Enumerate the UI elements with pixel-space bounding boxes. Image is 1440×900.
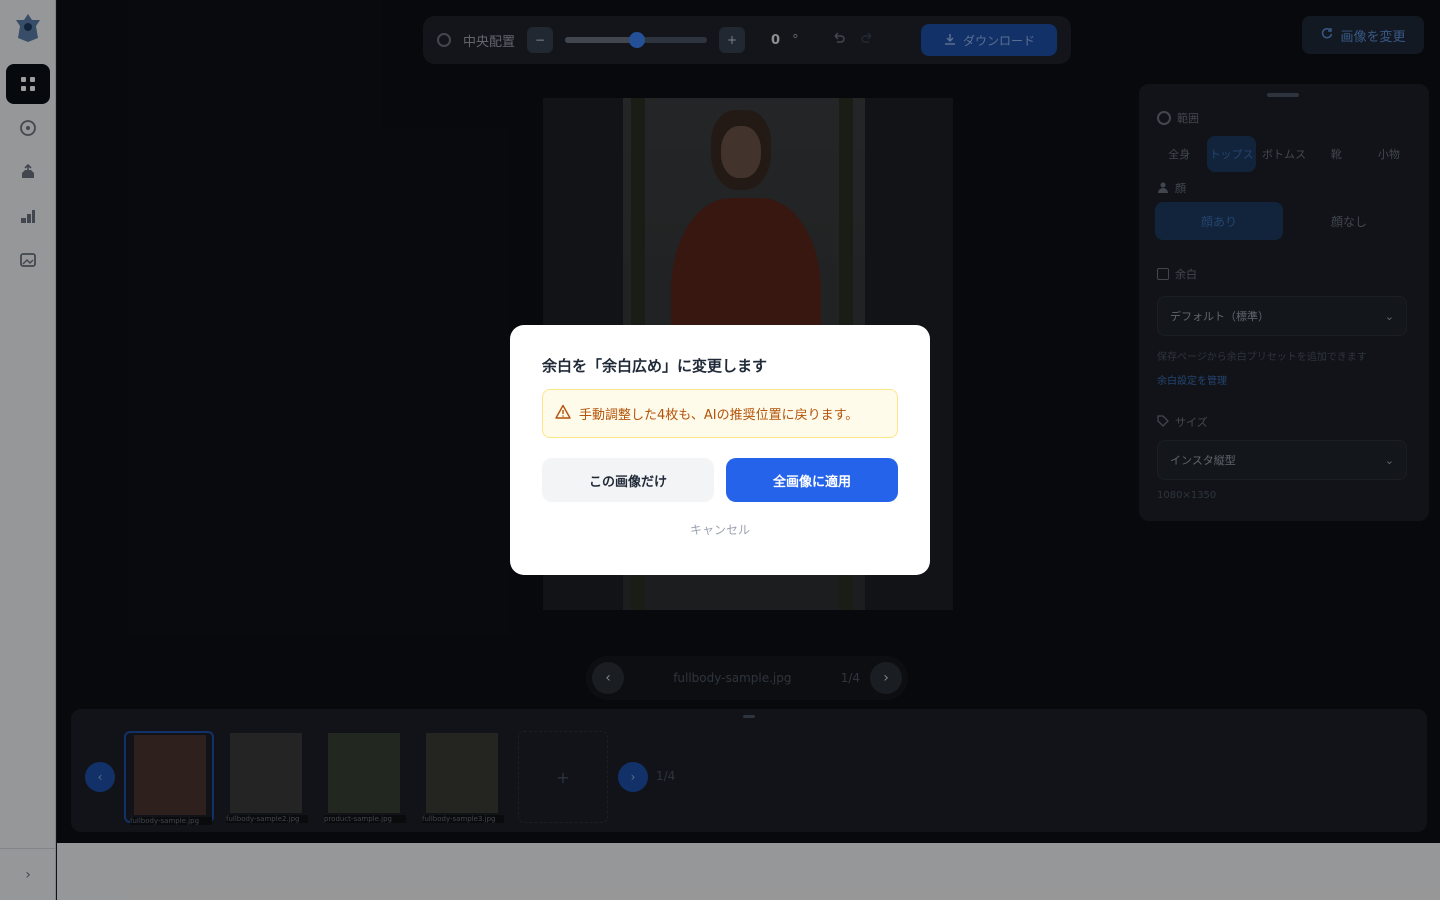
cancel-button[interactable]: キャンセル — [510, 521, 930, 538]
dialog-title: 余白を「余白広め」に変更します — [542, 357, 768, 375]
apply-all-images-button[interactable]: 全画像に適用 — [726, 458, 898, 502]
warning-text: 手動調整した4枚も、AIの推奨位置に戻ります。 — [579, 408, 859, 423]
warning-icon — [555, 404, 571, 424]
confirm-dialog: 余白を「余白広め」に変更します 手動調整した4枚も、AIの推奨位置に戻ります。 … — [510, 325, 930, 575]
warning-box: 手動調整した4枚も、AIの推奨位置に戻ります。 — [542, 389, 898, 438]
apply-this-image-button[interactable]: この画像だけ — [542, 458, 714, 502]
